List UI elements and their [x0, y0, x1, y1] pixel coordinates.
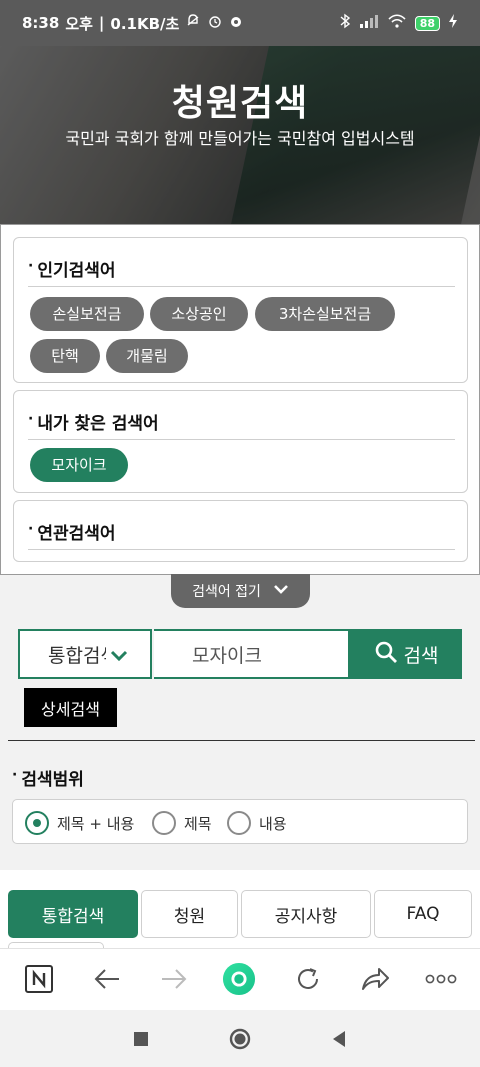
radio-unchecked-icon	[227, 811, 251, 835]
status-bar: 8:38 오후 | 0.1KB/초 88	[0, 0, 480, 46]
my-searches-box: 내가 찾은 검색어 모자이크	[13, 390, 468, 493]
popular-keywords-box: 인기검색어 손실보전금 소상공인 3차손실보전금 탄핵 개물림	[13, 237, 468, 383]
search-range-options: 제목 + 내용 제목 내용	[12, 799, 468, 844]
status-right: 88	[339, 13, 458, 33]
divider	[28, 549, 455, 550]
keyword-chip[interactable]: 손실보전금	[30, 297, 144, 331]
recent-apps-icon[interactable]	[130, 1028, 152, 1050]
wifi-icon	[387, 13, 407, 33]
search-button[interactable]: 검색	[350, 629, 462, 679]
radio-content[interactable]: 내용	[227, 811, 287, 835]
detail-search-button[interactable]: 상세검색	[24, 688, 117, 727]
my-keyword-chip[interactable]: 모자이크	[30, 448, 128, 482]
system-nav-bar	[0, 1010, 480, 1067]
status-ampm: 오후	[65, 14, 93, 33]
search-bar: 통합검색 검색	[18, 629, 462, 679]
status-separator: |	[98, 14, 105, 32]
battery-indicator: 88	[414, 15, 440, 31]
my-searches-heading: 내가 찾은 검색어	[28, 409, 158, 434]
search-button-label: 검색	[403, 644, 439, 667]
back-icon[interactable]	[90, 962, 124, 996]
radio-label: 제목	[184, 814, 212, 833]
radio-checked-icon	[25, 811, 49, 835]
tab-petition[interactable]: 청원	[141, 890, 238, 938]
more-icon[interactable]	[424, 962, 458, 996]
search-range-heading: 검색범위	[12, 765, 84, 790]
charging-icon	[448, 13, 458, 33]
keyword-panel: 인기검색어 손실보전금 소상공인 3차손실보전금 탄핵 개물림 내가 찾은 검색…	[0, 224, 480, 575]
page-subtitle: 국민과 국회가 함께 만들어가는 국민참여 입법시스템	[65, 129, 415, 148]
alarm-icon	[207, 13, 223, 33]
radio-label: 내용	[259, 814, 287, 833]
share-icon[interactable]	[358, 962, 392, 996]
app-notification-icon	[229, 13, 243, 33]
tab-integrated-search[interactable]: 통합검색	[8, 890, 138, 938]
tab-faq[interactable]: FAQ	[374, 890, 472, 938]
naver-icon[interactable]	[22, 962, 56, 996]
mute-icon	[185, 13, 201, 33]
keyword-chip[interactable]: 탄핵	[30, 339, 100, 373]
chevron-down-icon	[273, 583, 289, 599]
hero-banner: 청원검색 국민과 국회가 함께 만들어가는 국민참여 입법시스템	[0, 46, 480, 224]
status-time: 8:38	[22, 14, 60, 32]
fold-keywords-button[interactable]: 검색어 접기	[171, 574, 310, 608]
popular-keywords-heading: 인기검색어	[28, 256, 115, 281]
result-tabs: 통합검색 청원 공지사항 FAQ	[0, 870, 480, 952]
keyword-chip[interactable]: 개물림	[106, 339, 188, 373]
home-icon[interactable]	[229, 1028, 251, 1050]
fold-label: 검색어 접기	[192, 584, 261, 600]
forward-icon[interactable]	[157, 962, 191, 996]
divider	[28, 439, 455, 440]
divider	[28, 286, 455, 287]
radio-title[interactable]: 제목	[152, 811, 212, 835]
green-dot-icon[interactable]	[222, 962, 256, 996]
bluetooth-icon	[339, 13, 351, 33]
radio-label: 제목 + 내용	[57, 814, 135, 833]
related-keywords-heading: 연관검색어	[28, 519, 115, 544]
search-scope-select[interactable]: 통합검색	[18, 629, 152, 679]
back-nav-icon[interactable]	[328, 1028, 350, 1050]
keyword-chip[interactable]: 3차손실보전금	[255, 297, 395, 331]
radio-unchecked-icon	[152, 811, 176, 835]
radio-title-content[interactable]: 제목 + 내용	[25, 811, 134, 835]
search-input[interactable]	[154, 629, 350, 679]
related-keywords-box: 연관검색어	[13, 500, 468, 562]
signal-icon	[359, 14, 379, 32]
divider	[8, 740, 475, 741]
search-icon	[374, 640, 398, 669]
tab-notice[interactable]: 공지사항	[241, 890, 371, 938]
page-title: 청원검색	[171, 83, 309, 124]
chevron-down-icon	[106, 644, 128, 671]
status-speed: 0.1KB/초	[110, 14, 180, 33]
refresh-icon[interactable]	[291, 962, 325, 996]
browser-toolbar	[0, 948, 480, 1010]
status-left: 8:38 오후 | 0.1KB/초	[22, 13, 243, 34]
keyword-chip[interactable]: 소상공인	[150, 297, 248, 331]
